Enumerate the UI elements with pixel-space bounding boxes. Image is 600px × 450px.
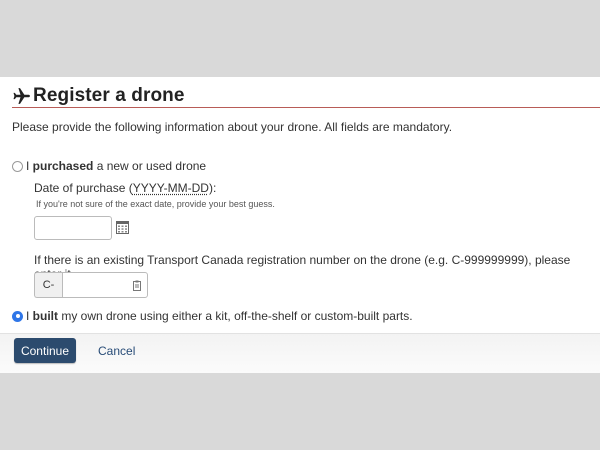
registration-input-group: C-: [34, 272, 148, 298]
intro-text: Please provide the following information…: [12, 120, 453, 134]
date-format-abbr: YYYY-MM-DD: [132, 181, 209, 195]
purchase-date-label: Date of purchase (YYYY-MM-DD):: [34, 181, 217, 195]
registration-number-input[interactable]: [62, 272, 148, 298]
built-label: I built my own drone using either a kit,…: [26, 309, 413, 323]
header-divider: [12, 107, 600, 108]
registration-form-panel: Register a drone Please provide the foll…: [0, 77, 600, 373]
built-radio[interactable]: [12, 310, 23, 322]
form-actions: Continue Cancel: [0, 333, 600, 373]
cancel-link[interactable]: Cancel: [98, 344, 135, 358]
purchase-date-input[interactable]: [34, 216, 112, 240]
continue-button[interactable]: Continue: [14, 338, 76, 363]
page-title: Register a drone: [33, 85, 185, 106]
purchased-radio[interactable]: [12, 160, 23, 172]
page-header: Register a drone: [12, 83, 185, 109]
option-built[interactable]: I built my own drone using either a kit,…: [12, 309, 413, 323]
clipboard-icon: [133, 280, 141, 291]
purchased-label: I purchased a new or used drone: [26, 159, 207, 173]
purchase-date-hint: If you're not sure of the exact date, pr…: [36, 199, 275, 209]
calendar-icon[interactable]: [116, 221, 129, 234]
plane-icon: [13, 88, 30, 104]
registration-prefix: C-: [34, 272, 62, 298]
option-purchased[interactable]: I purchased a new or used drone: [12, 159, 206, 173]
